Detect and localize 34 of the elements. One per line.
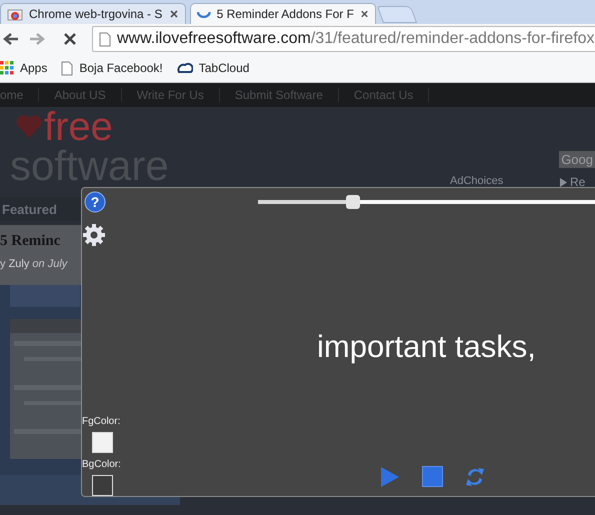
search-button[interactable]: Goog xyxy=(559,151,595,168)
close-icon[interactable] xyxy=(169,9,179,19)
heart-icon xyxy=(14,113,44,139)
ad-choices-label[interactable]: AdChoices xyxy=(450,175,504,187)
help-icon[interactable]: ? xyxy=(84,191,106,213)
progress-slider[interactable] xyxy=(258,195,595,209)
page-icon xyxy=(99,32,111,46)
color-label: FgColor: xyxy=(82,416,122,427)
section-tab[interactable]: Featured xyxy=(0,197,82,221)
color-label: BgColor: xyxy=(82,459,122,470)
page-icon xyxy=(61,60,74,76)
bookmark[interactable]: Apps xyxy=(0,61,48,75)
color-picker[interactable] xyxy=(92,432,113,453)
reminder-text: important tasks, xyxy=(317,329,536,365)
article-title: 5 Reminc xyxy=(0,232,60,250)
address-bar[interactable]: www.ilovefreesoftware.com/31/featured/reminder-addons-for-firefox xyxy=(92,26,595,52)
stop-icon[interactable] xyxy=(62,31,78,47)
refresh-icon[interactable] xyxy=(465,466,485,488)
settings-icon[interactable] xyxy=(82,223,106,247)
byline: y Zuly on July xyxy=(0,258,68,270)
browser-tab[interactable]: 5 Reminder Addons For F xyxy=(190,3,376,24)
close-icon[interactable] xyxy=(360,9,369,19)
loading-icon xyxy=(197,10,211,18)
color-picker[interactable] xyxy=(92,475,113,496)
author-link[interactable]: Zuly xyxy=(8,258,30,270)
back-icon[interactable] xyxy=(2,31,20,47)
apps-grid-icon xyxy=(0,61,14,75)
slider-thumb[interactable] xyxy=(346,195,360,209)
related-link[interactable]: Re xyxy=(570,175,586,189)
bookmark[interactable]: TabCloud xyxy=(176,61,250,75)
logo-text: free xyxy=(44,107,114,147)
cloud-icon xyxy=(176,62,193,74)
bookmark[interactable]: Boja Facebook! xyxy=(61,60,163,76)
browser-tab[interactable]: Chrome web-trgovina - S xyxy=(0,3,186,24)
